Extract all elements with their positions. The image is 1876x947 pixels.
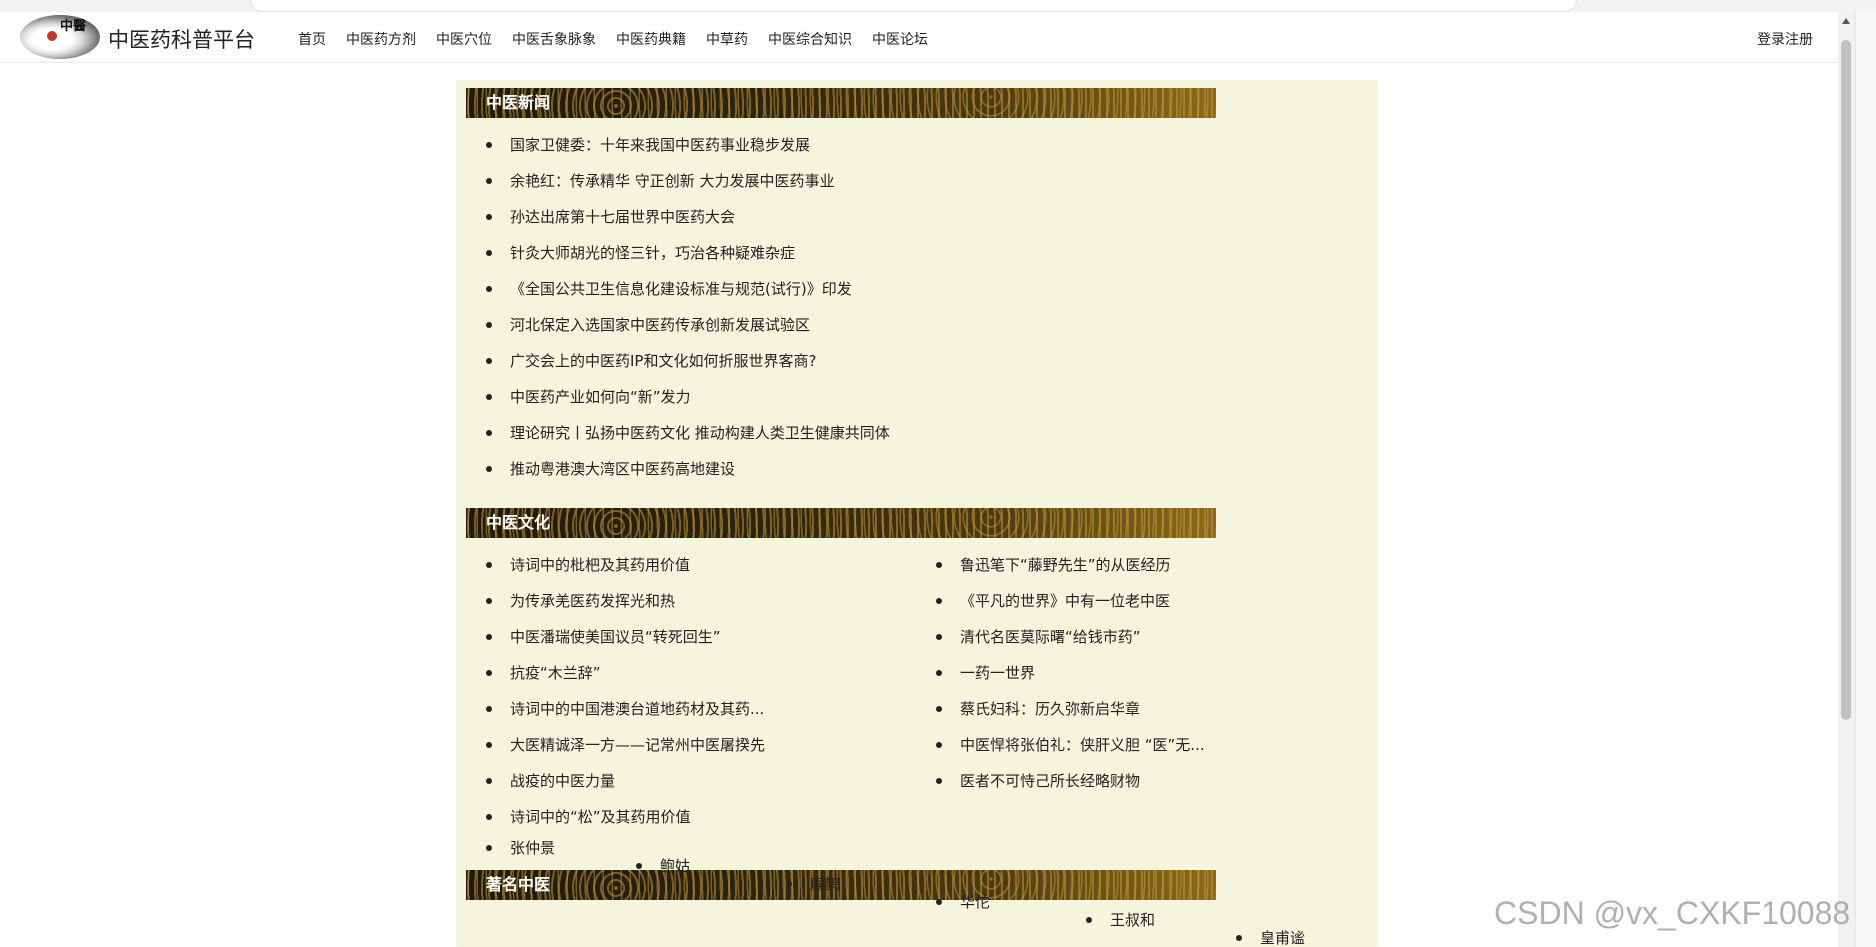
news-item[interactable]: 针灸大师胡光的怪三针，巧治各种疑难杂症 [486,244,890,280]
news-list: 国家卫健委：十年来我国中医药事业稳步发展 余艳红：传承精华 守正创新 大力发展中… [486,136,890,496]
nav-item-herbs[interactable]: 中草药 [706,29,748,49]
scrollbar-thumb[interactable] [1841,40,1851,720]
section-title-culture: 中医文化 [486,513,551,532]
address-bar[interactable] [250,0,1577,12]
logo-text: 中醫 [60,19,87,34]
nav-item-acupoints[interactable]: 中医穴位 [436,29,492,49]
culture-list-right: 鲁迅笔下“藤野先生”的从医经历 《平凡的世界》中有一位老中医 清代名医莫际曙“给… [936,556,1205,808]
nav-item-classics[interactable]: 中医药典籍 [616,29,686,49]
vertical-scrollbar[interactable] [1838,12,1855,947]
news-item[interactable]: 广交会上的中医药IP和文化如何折服世界客商? [486,352,890,388]
section-title-news: 中医新闻 [486,93,551,112]
watermark-text: CSDN @vx_CXKF10088 [1494,895,1851,931]
browser-top-strip [0,0,1876,12]
culture-item[interactable]: 蔡氏妇科：历久弥新启华章 [936,700,1205,736]
news-item[interactable]: 余艳红：传承精华 守正创新 大力发展中医药事业 [486,172,890,208]
culture-item[interactable]: 抗疫“木兰辞” [485,664,765,700]
culture-item[interactable]: 诗词中的枇杷及其药用价值 [485,556,765,592]
culture-item[interactable]: 清代名医莫际曙“给钱市药” [936,628,1205,664]
famous-list: 张仲景 鲍姑 扁鹊 华佗 王叔和 皇甫谧 [486,839,1330,947]
news-item[interactable]: 推动粤港澳大湾区中医药高地建设 [486,460,890,496]
section-header-culture: 中医文化 [466,508,1216,538]
nav-item-tongue-pulse[interactable]: 中医舌象脉象 [512,29,596,49]
culture-item[interactable]: 中医悍将张伯礼：侠肝义胆 “医”无... [936,736,1205,772]
scroll-up-icon[interactable] [1842,18,1850,24]
news-item[interactable]: 理论研究丨弘扬中医药文化 推动构建人类卫生健康共同体 [486,424,890,460]
nav-item-forum[interactable]: 中医论坛 [872,29,928,49]
culture-item[interactable]: 大医精诚泽一方——记常州中医屠揆先 [485,736,765,772]
news-item[interactable]: 国家卫健委：十年来我国中医药事业稳步发展 [486,136,890,172]
login-register-link[interactable]: 登录注册 [1757,29,1813,49]
news-item[interactable]: 中医药产业如何向“新”发力 [486,388,890,424]
culture-item[interactable]: 为传承羌医药发挥光和热 [485,592,765,628]
culture-item[interactable]: 医者不可恃己所长经略财物 [936,772,1205,808]
famous-doctor-item[interactable]: 扁鹊 [786,875,1630,893]
nav-item-home[interactable]: 首页 [298,29,326,49]
browser-side-panel [1855,12,1876,947]
nav-item-knowledge[interactable]: 中医综合知识 [768,29,852,49]
culture-item[interactable]: 战疫的中医力量 [485,772,765,808]
culture-item[interactable]: 中医潘瑞使美国议员“转死回生” [485,628,765,664]
culture-item[interactable]: 诗词中的中国港澳台道地药材及其药... [485,700,765,736]
site-name[interactable]: 中医药科普平台 [108,24,255,54]
famous-doctor-item[interactable]: 张仲景 [486,839,1330,857]
news-item[interactable]: 《全国公共卫生信息化建设标准与规范(试行)》印发 [486,280,890,316]
main-nav: 首页 中医药方剂 中医穴位 中医舌象脉象 中医药典籍 中草药 中医综合知识 中医… [298,29,948,49]
content-panel: 中医新闻 国家卫健委：十年来我国中医药事业稳步发展 余艳红：传承精华 守正创新 … [456,80,1378,947]
top-navbar: 中醫 中医药科普平台 首页 中医药方剂 中医穴位 中医舌象脉象 中医药典籍 中草… [0,12,1838,63]
culture-item[interactable]: 《平凡的世界》中有一位老中医 [936,592,1205,628]
nav-item-prescriptions[interactable]: 中医药方剂 [346,29,416,49]
culture-list-left: 诗词中的枇杷及其药用价值 为传承羌医药发挥光和热 中医潘瑞使美国议员“转死回生”… [485,556,765,844]
site-logo[interactable]: 中醫 [20,15,100,59]
culture-item[interactable]: 一药一世界 [936,664,1205,700]
section-header-news: 中医新闻 [466,88,1216,118]
news-item[interactable]: 河北保定入选国家中医药传承创新发展试验区 [486,316,890,352]
famous-doctor-item[interactable]: 鲍姑 [636,857,1480,875]
news-item[interactable]: 孙达出席第十七届世界中医药大会 [486,208,890,244]
seal-icon [47,31,57,41]
culture-item[interactable]: 鲁迅笔下“藤野先生”的从医经历 [936,556,1205,592]
